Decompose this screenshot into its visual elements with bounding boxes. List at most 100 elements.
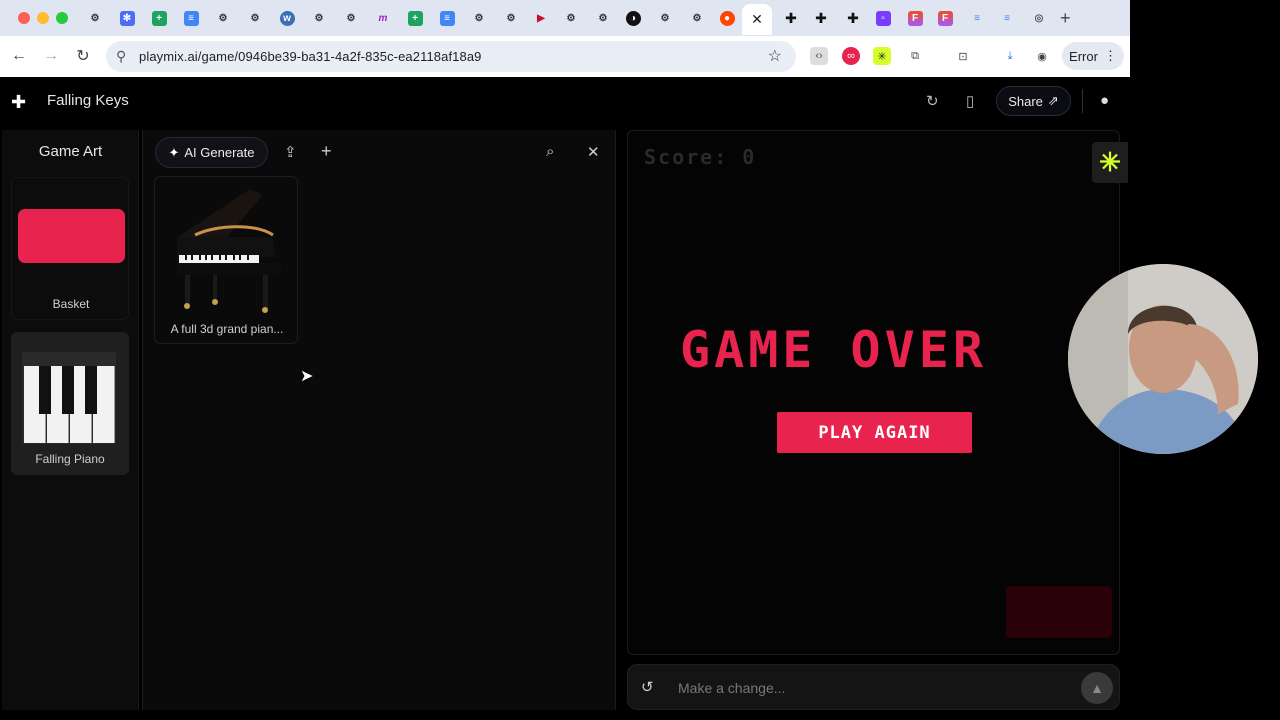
browser-tab[interactable]: ● (714, 5, 740, 31)
code-extension-icon[interactable]: ‹› (810, 47, 828, 65)
docs-icon: ≡ (439, 10, 455, 26)
figma-icon: F (907, 10, 923, 26)
browser-tab[interactable]: ✚ (778, 5, 804, 31)
asset-label: Basket (52, 297, 90, 311)
extension-icon[interactable]: ∞ (842, 47, 860, 65)
minimize-window-button[interactable] (37, 12, 49, 24)
browser-tab[interactable]: m (370, 5, 396, 31)
url-text[interactable]: playmix.ai/game/0946be39-ba31-4a2f-835c-… (139, 49, 481, 64)
bookmark-star-icon[interactable]: ☆ (768, 46, 782, 66)
browser-tab[interactable]: ⚙ (242, 5, 268, 31)
playmix-icon: ✚ (785, 9, 797, 26)
browser-tab[interactable]: w (274, 5, 300, 31)
m-logo-icon: m (378, 12, 388, 24)
browser-tab[interactable]: ⚙ (498, 5, 524, 31)
browser-tab[interactable]: ⚙ (306, 5, 332, 31)
download-icon[interactable]: ⤓ (1001, 47, 1019, 65)
maximize-window-button[interactable] (56, 12, 68, 24)
address-bar[interactable]: ⚲ playmix.ai/game/0946be39-ba31-4a2f-835… (106, 41, 796, 72)
openai-icon: ⚙ (90, 12, 100, 24)
browser-tab[interactable]: ✻ (114, 5, 140, 31)
search-icon[interactable]: ⌕ (546, 143, 554, 160)
play-again-button[interactable]: PLAY AGAIN (777, 412, 972, 453)
sheets-icon: + (407, 10, 423, 26)
forward-icon[interactable]: → (40, 45, 62, 67)
browser-tab[interactable]: + (402, 5, 428, 31)
browser-tab[interactable]: ⚙ (652, 5, 678, 31)
browser-tab[interactable]: ≡ (964, 5, 990, 31)
tab-strip: ⚙ ✻ + ≡ ⚙ ⚙ w ⚙ ⚙ m + ≡ ⚙ ⚙ ▶ ⚙ ⚙ ◑ ⚙ ⚙ … (0, 0, 1130, 36)
browser-tab[interactable]: ≡ (434, 5, 460, 31)
presenter-video (1068, 264, 1258, 454)
art-item-grand-piano[interactable]: A full 3d grand pian... (154, 176, 298, 344)
spark-extension-icon[interactable]: ✳ (873, 47, 891, 65)
mobile-preview-icon[interactable]: ▯ (966, 92, 974, 110)
send-button[interactable]: ▲ (1081, 672, 1113, 704)
account-icon[interactable]: ● (1100, 92, 1109, 109)
close-tab-icon[interactable]: ✕ (751, 11, 763, 28)
playmix-icon: ✚ (815, 9, 827, 26)
browser-tab[interactable]: ✚ (840, 5, 866, 31)
back-icon[interactable]: ← (8, 45, 30, 67)
new-tab-button[interactable]: + (1060, 8, 1071, 29)
figma-icon: F (937, 10, 953, 26)
browser-tab[interactable]: ≡ (994, 5, 1020, 31)
close-icon[interactable]: ✕ (587, 143, 600, 161)
circle-icon: ◑ (625, 10, 641, 26)
openai-icon: ⚙ (250, 12, 260, 24)
asset-card-falling-piano[interactable]: Falling Piano (11, 332, 129, 475)
add-icon[interactable]: + (321, 141, 332, 162)
mouse-cursor-icon: ➤ (300, 368, 314, 385)
app-icon: ▫ (875, 10, 891, 26)
browser-tab[interactable]: ⚙ (210, 5, 236, 31)
browser-tab-active[interactable]: ✕ (742, 4, 772, 35)
refresh-icon[interactable]: ↻ (926, 92, 939, 110)
close-window-button[interactable] (18, 12, 30, 24)
browser-tab[interactable]: ⚙ (466, 5, 492, 31)
game-preview[interactable]: Score: 0 GAME OVER PLAY AGAIN (627, 130, 1120, 655)
history-icon[interactable]: ↺ (641, 678, 654, 696)
send-icon: ▲ (1090, 680, 1104, 696)
tab-search-icon[interactable]: ⊡ (954, 47, 972, 65)
browser-tab[interactable]: ⚙ (684, 5, 710, 31)
browser-tab[interactable]: ◑ (620, 5, 646, 31)
openai-icon: ⚙ (218, 12, 228, 24)
playmix-logo-icon[interactable]: ✚ (11, 92, 26, 113)
browser-tab[interactable]: ✚ (808, 5, 834, 31)
basket-preview (18, 209, 125, 263)
browser-tab[interactable]: ▫ (870, 5, 896, 31)
gear-icon: ✻ (119, 10, 135, 26)
site-settings-icon[interactable]: ⚲ (116, 48, 126, 65)
browser-tab[interactable]: ◎ (1026, 5, 1052, 31)
browser-tab[interactable]: ≡ (178, 5, 204, 31)
play-icon: ▶ (537, 12, 545, 24)
browser-tab[interactable]: F (902, 5, 928, 31)
chrome-icon: ◎ (1034, 12, 1044, 24)
reload-icon[interactable]: ↻ (72, 45, 94, 67)
screen: ⚙ ✻ + ≡ ⚙ ⚙ w ⚙ ⚙ m + ≡ ⚙ ⚙ ▶ ⚙ ⚙ ◑ ⚙ ⚙ … (0, 0, 1280, 720)
openai-icon: ⚙ (314, 12, 324, 24)
browser-tab[interactable]: + (146, 5, 172, 31)
browser-tab[interactable]: ⚙ (558, 5, 584, 31)
share-button[interactable]: Share ⇗ (996, 86, 1071, 116)
upload-icon[interactable]: ⇪ (284, 143, 297, 161)
ai-generate-button[interactable]: ✦ AI Generate (155, 137, 268, 168)
webcam-overlay (1068, 264, 1258, 454)
asset-card-basket[interactable]: Basket (11, 177, 129, 320)
change-input[interactable] (678, 675, 1058, 701)
browser-tab[interactable]: ⚙ (590, 5, 616, 31)
browser-tab[interactable]: ⚙ (82, 5, 108, 31)
asset-label: Falling Piano (35, 452, 105, 466)
browser-tab[interactable]: F (932, 5, 958, 31)
error-menu-button[interactable]: Error ⋮ (1062, 42, 1124, 70)
profile-icon[interactable]: ◉ (1033, 47, 1051, 65)
browser-tab[interactable]: ▶ (528, 5, 554, 31)
piano-keys-image (22, 352, 116, 444)
openai-icon: ⚙ (346, 12, 356, 24)
openai-icon: ⚙ (692, 12, 702, 24)
spark-extension-badge[interactable]: ✳ (1092, 142, 1128, 183)
browser-tab[interactable]: ⚙ (338, 5, 364, 31)
openai-icon: ⚙ (506, 12, 516, 24)
puzzle-icon[interactable]: ⧉ (906, 47, 924, 65)
sheets-icon: + (151, 10, 167, 26)
